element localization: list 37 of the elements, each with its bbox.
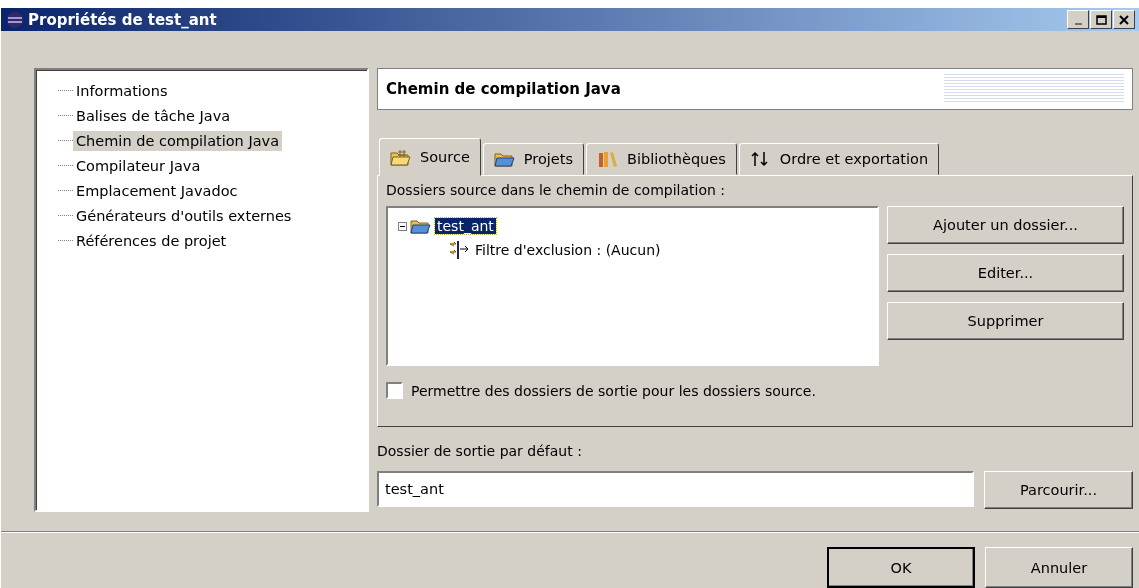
tab[interactable]: Projets (482, 143, 584, 175)
page-title: Chemin de compilation Java (386, 80, 621, 98)
tab[interactable]: Bibliothèques (586, 143, 737, 175)
minimize-icon (1074, 22, 1082, 25)
tree-item[interactable]: Filtre d'exclusion : (Aucun) (473, 242, 663, 258)
output-folder-field[interactable]: test_ant (377, 471, 974, 507)
close-button[interactable] (1113, 10, 1135, 29)
browse-button[interactable]: Parcourir... (984, 471, 1133, 509)
panel-button[interactable]: Ajouter un dossier... (887, 206, 1124, 244)
sidebar-item[interactable]: Générateurs d'outils externes (73, 205, 295, 226)
books-icon (597, 149, 619, 169)
window-title: Propriétés de test_ant (28, 10, 218, 29)
field-label: Dossier de sortie par défaut : (377, 443, 583, 459)
tree-item[interactable]: test_ant (435, 218, 496, 234)
sidebar-item[interactable]: Chemin de compilation Java (73, 130, 283, 151)
sidebar-item[interactable]: Compilateur Java (73, 155, 204, 176)
folder-icon (390, 147, 412, 167)
folder-icon (410, 217, 432, 235)
dialog-button[interactable]: Annuler (985, 547, 1133, 588)
sidebar-item[interactable]: Références de projet (73, 230, 230, 251)
sidebar-item[interactable]: Informations (73, 80, 171, 101)
section-label: Dossiers source dans le chemin de compilation : (386, 182, 727, 198)
close-icon (1118, 13, 1130, 26)
sidebar-item[interactable]: Emplacement Javadoc (73, 180, 241, 201)
collapse-toggle[interactable] (398, 221, 407, 231)
checkbox[interactable] (386, 382, 403, 399)
maximize-button[interactable] (1090, 10, 1112, 29)
panel-button[interactable]: Supprimer (887, 302, 1124, 340)
filter-icon (448, 240, 470, 260)
tab[interactable]: Source (379, 138, 481, 176)
maximize-icon (1095, 13, 1107, 26)
dialog-button[interactable]: OK (827, 547, 975, 588)
panel-button[interactable]: Editer... (887, 254, 1124, 292)
app-icon (5, 9, 25, 30)
checkbox-label: Permettre des dossiers de sortie pour les dossiers source. (411, 382, 816, 399)
tab[interactable]: Ordre et exportation (738, 143, 940, 175)
sidebar-item[interactable]: Balises de tâche Java (73, 105, 234, 126)
